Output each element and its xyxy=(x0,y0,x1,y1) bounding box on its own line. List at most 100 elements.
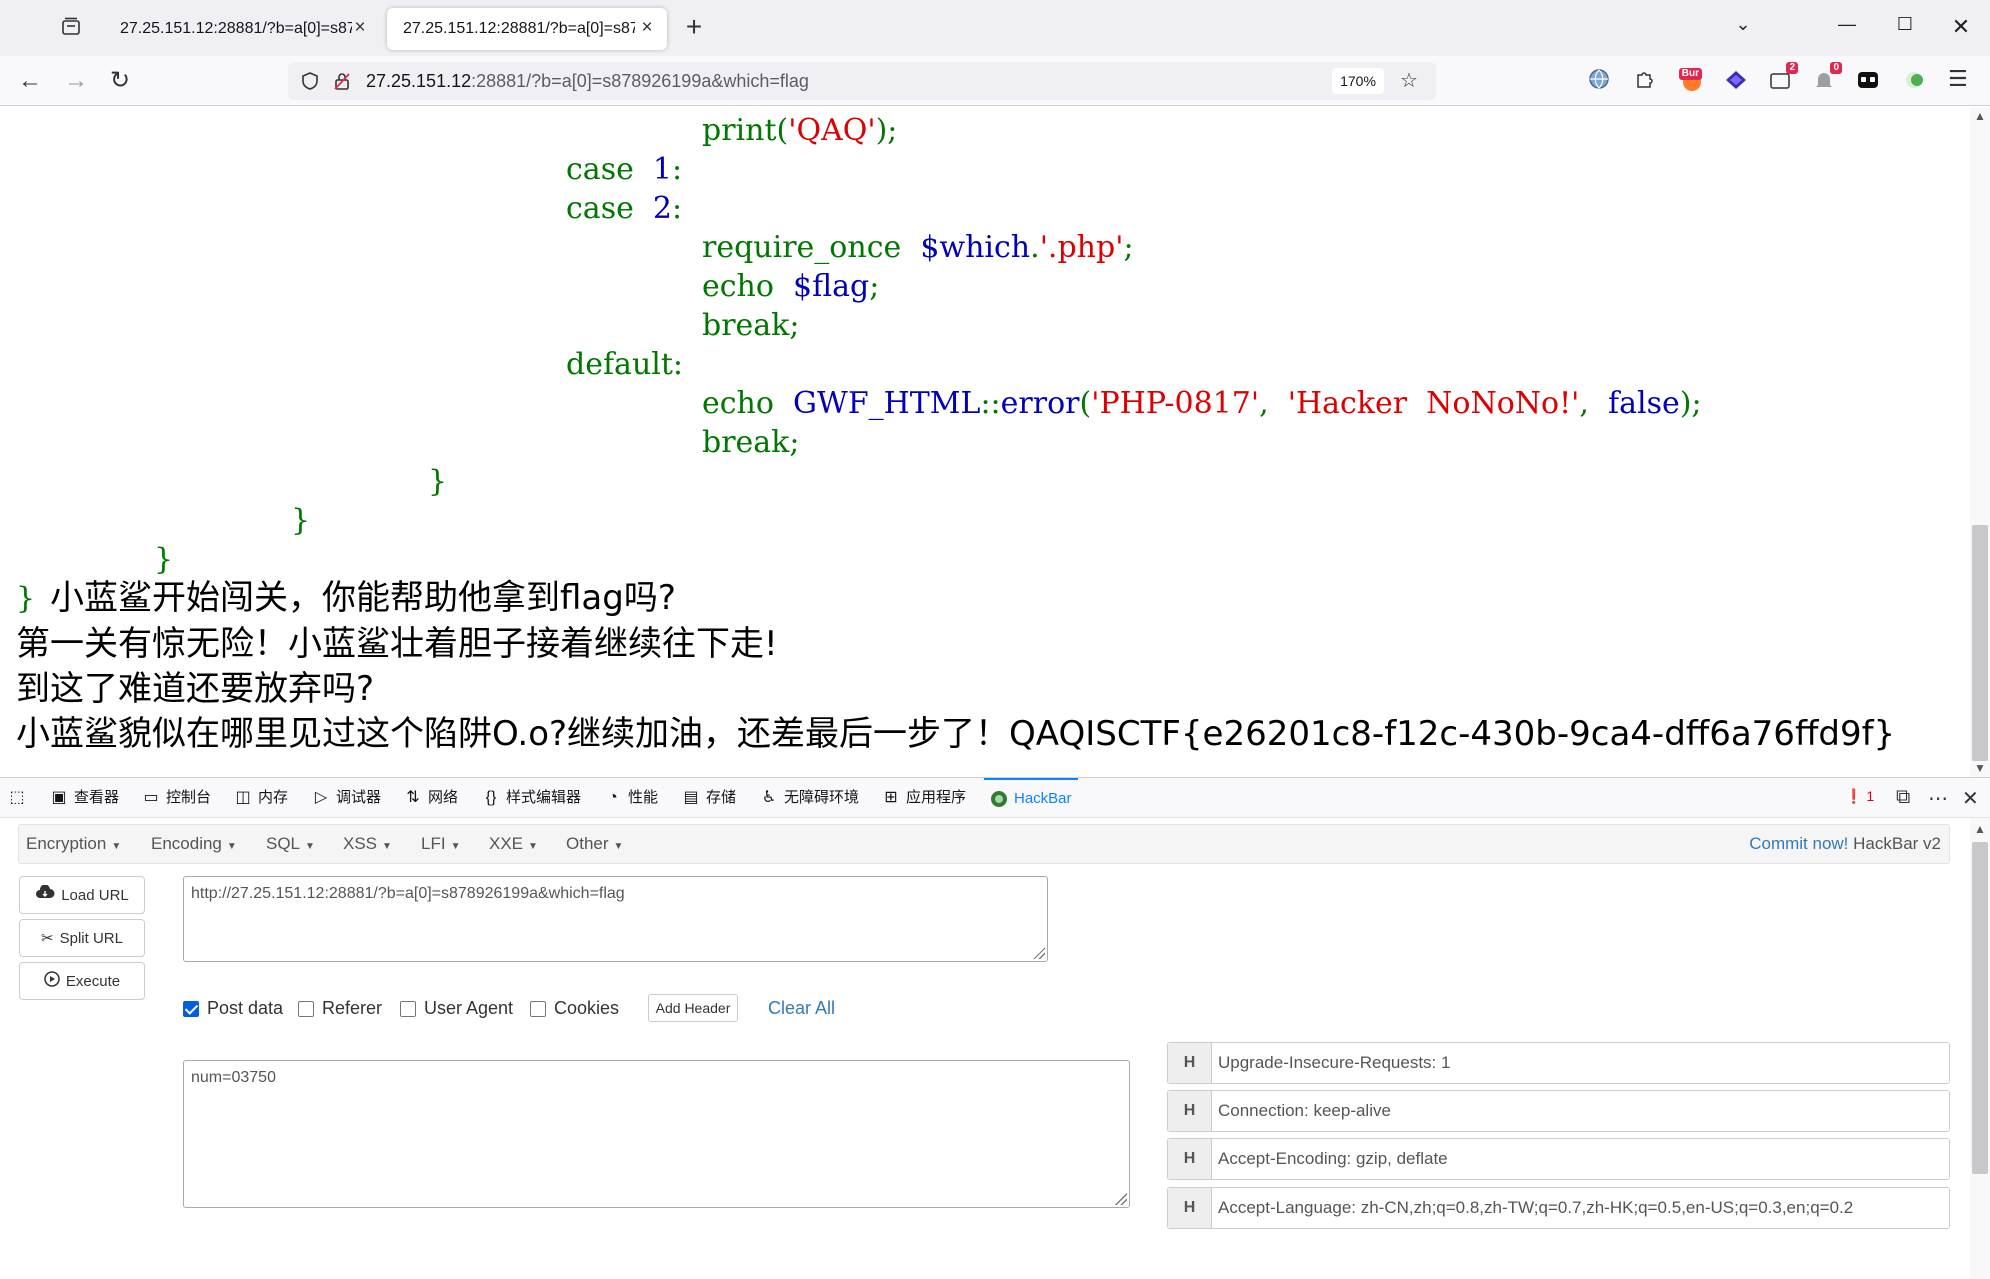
chevron-down-icon[interactable]: ⌄ xyxy=(1728,14,1758,42)
split-url-button[interactable]: ✂ Split URL xyxy=(19,919,145,957)
header-tag: H xyxy=(1168,1091,1212,1131)
scroll-up-icon[interactable]: ▲ xyxy=(1974,822,1986,836)
resize-handle-icon[interactable] xyxy=(1033,947,1045,959)
back-arrow-icon[interactable]: ← xyxy=(16,68,44,96)
tab-list-icon[interactable] xyxy=(60,16,90,40)
url-host: 27.25.151.12 xyxy=(366,71,472,91)
mask-icon[interactable] xyxy=(1856,68,1880,92)
js-icon[interactable] xyxy=(1902,68,1926,92)
scroll-up-icon[interactable]: ▲ xyxy=(1974,109,1986,123)
page-content: print('QAQ'); case 1: case 2: require_on… xyxy=(0,107,1970,777)
bell-icon[interactable]: 0 xyxy=(1812,62,1842,92)
commit-now-link[interactable]: Commit now! xyxy=(1749,834,1848,853)
add-header-button[interactable]: Add Header xyxy=(648,994,738,1022)
close-window-icon[interactable]: ✕ xyxy=(1946,14,1976,42)
menu-xxe[interactable]: XXE ▼ xyxy=(489,825,538,866)
post-data-textarea[interactable]: num=03750 xyxy=(183,1060,1130,1208)
close-tab-icon[interactable]: × xyxy=(350,18,370,38)
devtools-scrollbar[interactable]: ▲ xyxy=(1970,818,1990,1279)
new-tab-button[interactable]: + xyxy=(680,13,708,42)
reload-icon[interactable]: ↻ xyxy=(106,68,134,96)
header-row[interactable]: H Connection: keep-alive xyxy=(1167,1090,1950,1132)
tab-performance[interactable]: ◔ 性能 xyxy=(604,778,658,818)
scroll-down-icon[interactable]: ▼ xyxy=(1974,761,1986,775)
menu-encoding[interactable]: Encoding ▼ xyxy=(151,825,237,866)
message-line: 小蓝鲨开始闯关，你能帮助他拿到flag吗? xyxy=(50,578,676,618)
scrollbar-thumb[interactable] xyxy=(1972,525,1988,761)
star-icon[interactable]: ☆ xyxy=(1400,70,1422,92)
debugger-icon: ▷ xyxy=(314,789,328,806)
code-line: default: xyxy=(566,347,684,382)
checkbox-unchecked[interactable] xyxy=(298,1000,314,1017)
header-value[interactable]: Connection: keep-alive xyxy=(1212,1091,1949,1131)
message-line: 第一关有惊无险！小蓝鲨壮着胆子接着继续往下走! xyxy=(16,624,778,664)
header-row[interactable]: H Accept-Language: zh-CN,zh;q=0.8,zh-TW;q… xyxy=(1167,1187,1950,1229)
forward-arrow-icon[interactable]: → xyxy=(62,68,90,96)
maximize-icon[interactable]: ☐ xyxy=(1890,14,1920,42)
inspector-icon: ▣ xyxy=(51,789,67,806)
globe-icon[interactable] xyxy=(1588,68,1612,92)
error-count[interactable]: ❗ 1 xyxy=(1845,788,1874,805)
dock-icon[interactable]: ⧉ xyxy=(1896,786,1910,809)
code-line: echo $flag; xyxy=(702,269,880,304)
post-data-checkbox[interactable]: Post data xyxy=(183,998,283,1019)
url-textarea[interactable]: http://27.25.151.12:28881/?b=a[0]=s87892… xyxy=(183,876,1048,962)
insecure-lock-icon[interactable] xyxy=(332,71,352,91)
layers-icon[interactable] xyxy=(1724,68,1748,92)
memory-icon: ◫ xyxy=(235,789,251,806)
scrollbar-thumb[interactable] xyxy=(1972,842,1988,1174)
scissors-icon: ✂ xyxy=(41,930,54,947)
tab-accessibility[interactable]: ♿ 无障碍环境 xyxy=(760,778,859,818)
caret-down-icon: ▼ xyxy=(305,841,315,852)
burp-icon[interactable]: Bur xyxy=(1678,68,1704,92)
menu-encryption[interactable]: Encryption ▼ xyxy=(26,825,121,866)
tab-console[interactable]: ▭ 控制台 xyxy=(142,778,211,818)
tab-debugger[interactable]: ▷ 调试器 xyxy=(312,778,381,818)
puzzle-icon[interactable] xyxy=(1634,68,1658,92)
page-scrollbar[interactable]: ▲ ▼ xyxy=(1970,107,1990,777)
menu-xss[interactable]: XSS ▼ xyxy=(343,825,392,866)
checkbox-unchecked[interactable] xyxy=(400,1000,416,1017)
address-bar[interactable]: 27.25.151.12:28881/?b=a[0]=s878926199a&w… xyxy=(288,62,1436,100)
tab-application[interactable]: ⊞ 应用程序 xyxy=(882,778,966,818)
resize-handle-icon[interactable] xyxy=(1115,1193,1127,1205)
header-row[interactable]: H Upgrade-Insecure-Requests: 1 xyxy=(1167,1042,1950,1084)
tab-hackbar[interactable]: HackBar xyxy=(984,778,1078,818)
menu-lfi[interactable]: LFI ▼ xyxy=(421,825,460,866)
tab-active[interactable]: 27.25.151.12:28881/?b=a[0]=s878926199a&w… xyxy=(387,8,667,50)
menu-sql[interactable]: SQL ▼ xyxy=(266,825,315,866)
tab-inspector[interactable]: ▣ 查看器 xyxy=(50,778,119,818)
clear-all-link[interactable]: Clear All xyxy=(768,998,835,1019)
more-options-icon[interactable]: ⋯ xyxy=(1928,786,1948,811)
menu-other[interactable]: Other ▼ xyxy=(566,825,623,866)
hamburger-menu-icon[interactable]: ☰ xyxy=(1948,66,1968,92)
tab-inactive[interactable]: 27.25.151.12:28881/?b=a[0]=s878926199a&w… xyxy=(104,8,380,50)
minimize-icon[interactable]: — xyxy=(1832,14,1862,42)
header-tag: H xyxy=(1168,1188,1212,1228)
shield-icon[interactable] xyxy=(300,71,320,91)
download-badge-icon[interactable]: 2 xyxy=(1768,62,1798,92)
tab-storage[interactable]: ▤ 存储 xyxy=(682,778,736,818)
element-picker-icon[interactable]: ⬚ xyxy=(8,778,26,818)
header-value[interactable]: Accept-Encoding: gzip, deflate xyxy=(1212,1139,1949,1179)
code-brace: } xyxy=(291,503,311,538)
execute-button[interactable]: Execute xyxy=(19,962,145,1000)
checkbox-checked[interactable] xyxy=(183,1000,199,1017)
user-agent-checkbox[interactable]: User Agent xyxy=(400,998,513,1019)
header-value[interactable]: Accept-Language: zh-CN,zh;q=0.8,zh-TW;q=… xyxy=(1212,1188,1949,1228)
url-text[interactable]: 27.25.151.12:28881/?b=a[0]=s878926199a&w… xyxy=(366,71,809,92)
code-line: case 1: xyxy=(566,152,683,187)
referer-checkbox[interactable]: Referer xyxy=(298,998,382,1019)
zoom-level[interactable]: 170% xyxy=(1332,68,1384,94)
load-url-button[interactable]: Load URL xyxy=(19,876,145,914)
tab-style-editor[interactable]: {} 样式编辑器 xyxy=(482,778,581,818)
tab-memory[interactable]: ◫ 内存 xyxy=(234,778,288,818)
code-line: echo GWF_HTML::error('PHP-0817', 'Hacker… xyxy=(702,386,1702,421)
close-tab-icon[interactable]: × xyxy=(637,18,657,38)
cookies-checkbox[interactable]: Cookies xyxy=(530,998,619,1019)
close-devtools-icon[interactable]: ✕ xyxy=(1962,786,1979,811)
header-value[interactable]: Upgrade-Insecure-Requests: 1 xyxy=(1212,1043,1949,1083)
header-row[interactable]: H Accept-Encoding: gzip, deflate xyxy=(1167,1138,1950,1180)
tab-network[interactable]: ⇅ 网络 xyxy=(404,778,458,818)
checkbox-unchecked[interactable] xyxy=(530,1000,546,1017)
